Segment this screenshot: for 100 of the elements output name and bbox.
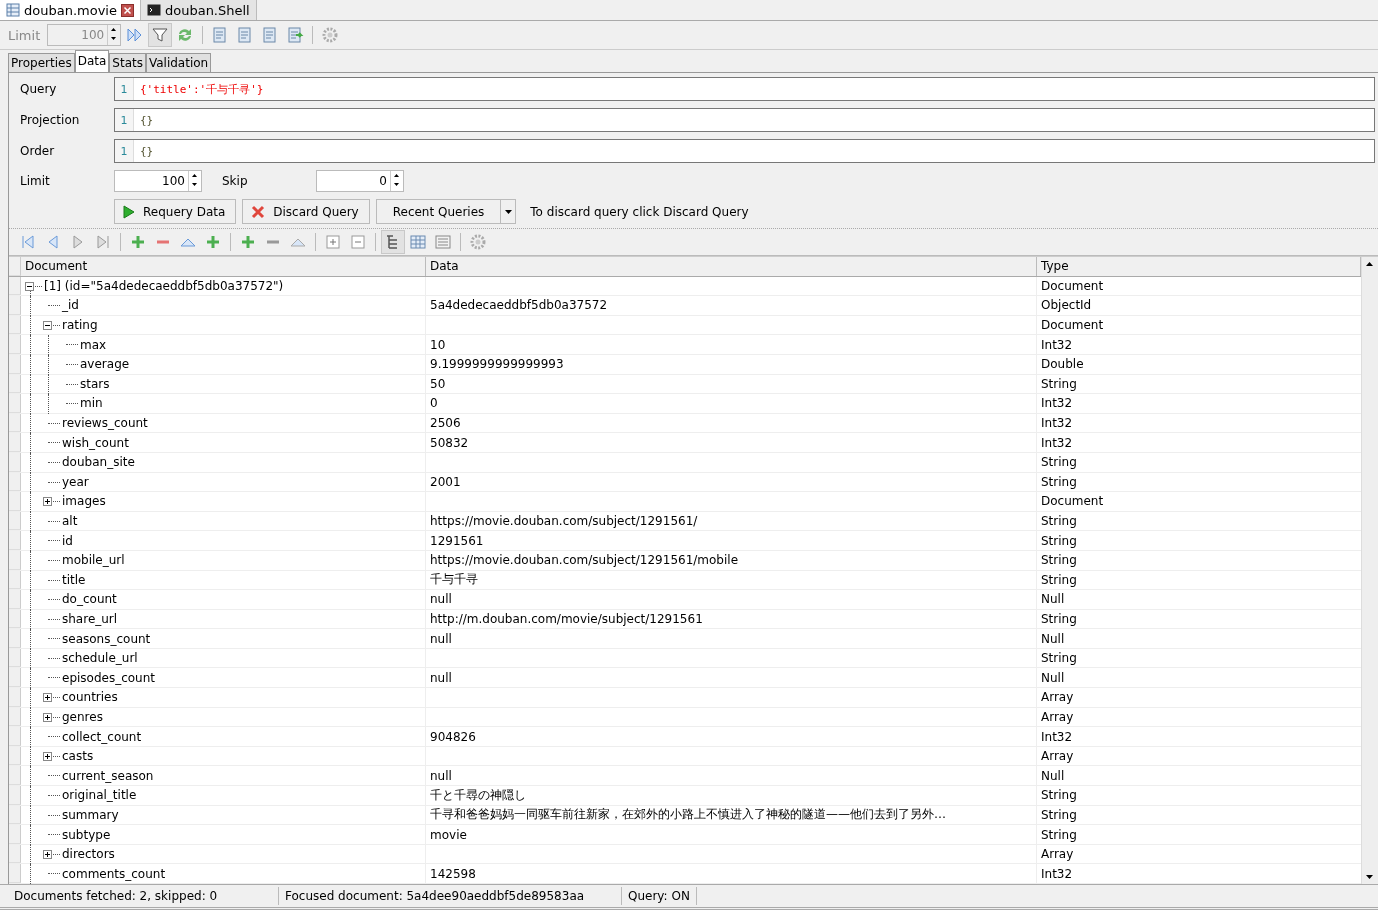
tree-item[interactable]: casts (62, 749, 94, 764)
table-cell-text: Double (1040, 356, 1085, 374)
column-header[interactable]: Data (426, 257, 1037, 276)
code-editor[interactable]: 1 {} (114, 139, 1375, 163)
tree-item[interactable]: min (80, 396, 103, 411)
row-header[interactable] (9, 629, 21, 648)
skip-spinner[interactable]: 0 (316, 170, 404, 192)
tree-item[interactable]: stars (80, 376, 110, 391)
tree-item[interactable]: seasons_count (62, 631, 151, 646)
tree-item[interactable]: schedule_url (62, 651, 138, 666)
row-header[interactable] (9, 825, 21, 844)
table-cell-text: String (1040, 787, 1078, 805)
tree-item[interactable]: year (62, 474, 89, 489)
line-number: 1 (115, 78, 134, 100)
table-cell-text: ObjectId (1040, 297, 1093, 315)
scrollbar[interactable] (1361, 257, 1378, 884)
collapse-toggle[interactable] (43, 320, 52, 330)
row-header[interactable] (9, 531, 21, 550)
table-cell: https://movie.douban.com/subject/1291561/ (426, 511, 1037, 531)
tree-item[interactable]: genres (62, 709, 103, 724)
requery-button[interactable]: Requery Data (114, 199, 237, 224)
table-cell-text: String (1040, 375, 1078, 393)
terminal-icon (146, 3, 161, 17)
tree-item[interactable]: max (80, 337, 107, 352)
tree-item[interactable]: [1] (id="5a4dedecaeddbf5db0a37572") (44, 278, 284, 293)
spin-down-icon[interactable] (189, 180, 200, 189)
tree-view-icon[interactable] (382, 231, 404, 253)
tree-item[interactable]: share_url (62, 612, 118, 626)
close-icon[interactable] (120, 3, 134, 17)
dropdown-button[interactable] (501, 199, 517, 224)
row-header[interactable] (9, 394, 21, 413)
tree-item[interactable]: average (80, 357, 130, 372)
row-header[interactable] (9, 688, 21, 707)
expand-toggle[interactable] (43, 497, 52, 507)
code-editor[interactable]: 1 {} (114, 108, 1375, 132)
tree-item[interactable]: alt (62, 514, 78, 528)
table-cell-text: Null (1040, 669, 1066, 687)
table-cell-text: Null (1040, 767, 1066, 785)
row-header[interactable] (9, 668, 21, 688)
tree-item[interactable]: wish_count (62, 435, 129, 450)
row-header[interactable] (9, 864, 21, 883)
expand-toggle[interactable] (43, 849, 52, 859)
document-tab[interactable]: douban.movie (0, 0, 141, 20)
table-cell-text: Int32 (1040, 865, 1074, 883)
tree-item[interactable]: mobile_url (62, 553, 125, 568)
tree-item[interactable]: current_season (62, 768, 154, 783)
table-cell-text: Int32 (1040, 395, 1074, 413)
tree-item[interactable]: comments_count (62, 866, 166, 881)
spin-up-icon[interactable] (189, 171, 200, 180)
status-text: Focused document: 5a4dee90aeddbf5de89583aa (279, 887, 622, 905)
tree-item[interactable]: title (62, 572, 86, 587)
row-header[interactable] (9, 335, 21, 354)
tab-label: douban.Shell (164, 2, 250, 18)
row-header[interactable] (9, 433, 21, 452)
tree-item[interactable]: subtype (62, 827, 111, 842)
tab[interactable]: Validation (145, 53, 212, 72)
tree-item[interactable]: rating (62, 318, 98, 333)
code-editor[interactable]: 1 {'title':'千与千寻'} (114, 77, 1375, 101)
tree-item[interactable]: episodes_count (62, 670, 156, 685)
row-header[interactable] (9, 492, 21, 511)
filter-icon[interactable] (149, 24, 172, 46)
tree-item[interactable]: collect_count (62, 729, 142, 744)
recent-queries-button[interactable]: Recent Queries (375, 199, 502, 224)
tree-item[interactable]: douban_site (62, 455, 135, 470)
spin-up-icon[interactable] (391, 171, 402, 180)
document-tab[interactable]: douban.Shell (140, 0, 257, 20)
column-header[interactable]: Document (21, 257, 426, 276)
tree-item[interactable]: original_title (62, 788, 137, 803)
table-cell-text: Document (1040, 317, 1105, 335)
tab[interactable]: Properties (8, 53, 75, 72)
table-cell-text: Array (1040, 689, 1075, 707)
discard-button[interactable]: Discard Query (242, 199, 370, 224)
tree-item[interactable]: do_count (62, 592, 117, 607)
row-header[interactable] (9, 296, 21, 315)
row-header[interactable] (9, 766, 21, 786)
tree-item[interactable]: countries (62, 690, 118, 705)
expand-toggle[interactable] (43, 751, 52, 761)
table-cell: http://m.douban.com/movie/subject/1291561 (426, 609, 1037, 629)
row-header[interactable] (9, 590, 21, 609)
expand-toggle[interactable] (43, 693, 52, 703)
tree-item[interactable]: _id (62, 298, 79, 313)
tree-item[interactable]: directors (62, 847, 115, 862)
table-icon (6, 3, 20, 17)
table-cell: 千寻和爸爸妈妈一同驱车前往新家，在郊外的小路上不慎进入了神秘的隧道——他们去到了另外… (426, 805, 1037, 825)
row-header[interactable] (9, 727, 21, 746)
tab[interactable]: Data (74, 50, 110, 72)
spin-down-icon[interactable] (391, 180, 402, 189)
table-cell-text: String (1040, 806, 1078, 824)
tree-item[interactable]: summary (62, 807, 119, 822)
table-cell: 9.1999999999999993 (426, 354, 1037, 374)
collapse-toggle[interactable] (25, 281, 34, 291)
expand-toggle[interactable] (43, 712, 52, 722)
row-header[interactable] (9, 786, 21, 805)
limit-spinner[interactable]: 100 (114, 170, 202, 192)
tree-item[interactable]: reviews_count (62, 416, 148, 431)
field-label: Limit (20, 174, 51, 188)
tab[interactable]: Stats (109, 53, 146, 72)
tree-item[interactable]: id (62, 533, 73, 548)
table-cell: 5a4dedecaeddbf5db0a37572 (426, 296, 1037, 315)
tree-item[interactable]: images (62, 494, 106, 509)
